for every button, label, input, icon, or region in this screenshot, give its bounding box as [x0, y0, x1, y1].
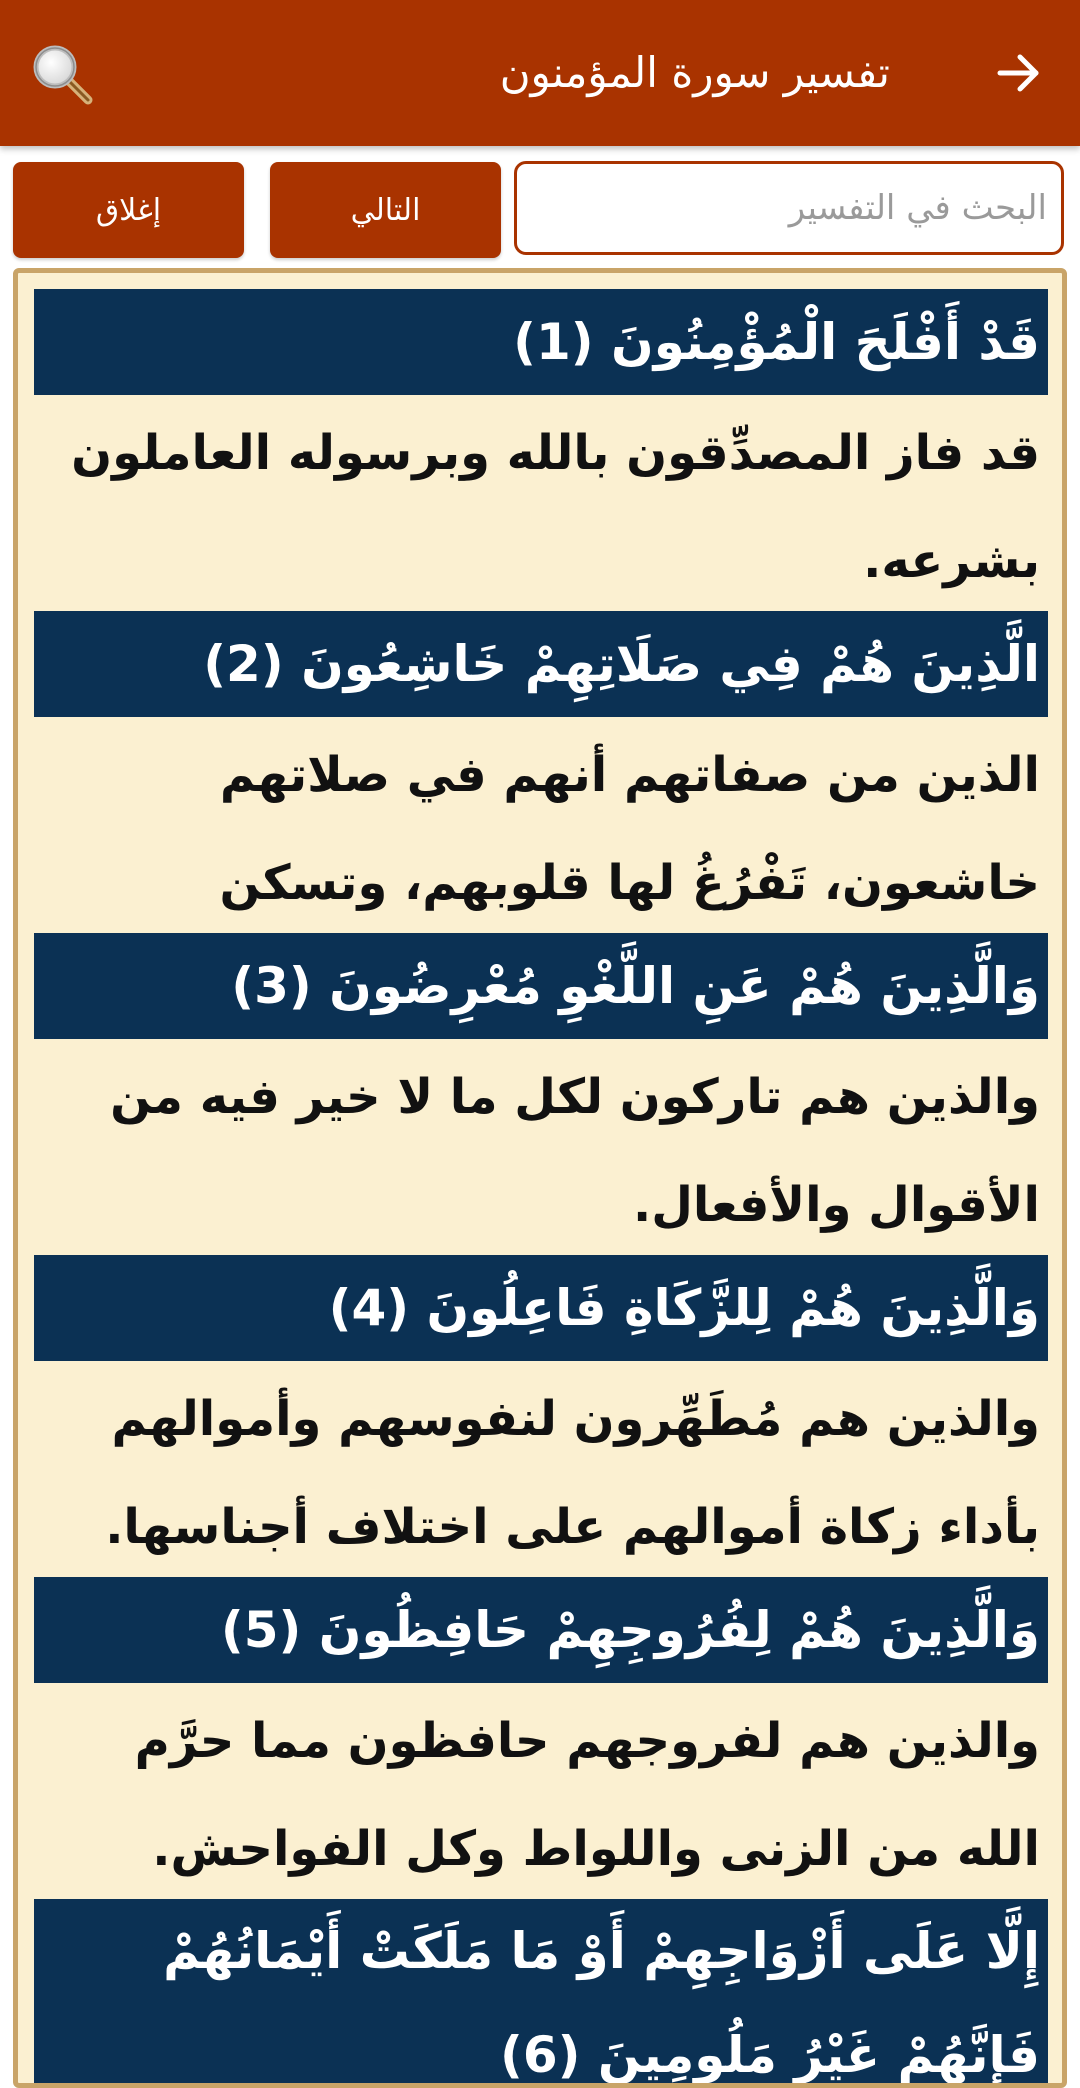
app-bar: تفسير سورة المؤمنون	[0, 0, 1080, 146]
tafsir-text-3: والذين هم تاركون لكل ما لا خير فيه من ال…	[110, 1069, 1040, 1233]
magnifier-icon	[33, 45, 93, 105]
verse-text-6: إِلَّا عَلَى أَزْوَاجِهِمْ أَوْ مَا مَلَ…	[34, 1899, 1048, 2083]
toolbar: إغلاق التالي	[0, 146, 1080, 260]
verse-text-3: وَالَّذِينَ هُمْ عَنِ اللَّغْوِ مُعْرِضُ…	[34, 933, 1048, 1039]
verse-text-5: وَالَّذِينَ هُمْ لِفُرُوجِهِمْ حَافِظُون…	[34, 1577, 1048, 1683]
verse-text-1: قَدْ أَفْلَحَ الْمُؤْمِنُونَ (1)	[34, 289, 1048, 395]
page-title: تفسير سورة المؤمنون	[499, 48, 890, 97]
back-button[interactable]	[984, 38, 1054, 108]
tafsir-list: قَدْ أَفْلَحَ الْمُؤْمِنُونَ (1) قد فاز …	[34, 289, 1048, 2083]
verse-text-2: الَّذِينَ هُمْ فِي صَلَاتِهِمْ خَاشِعُون…	[34, 611, 1048, 717]
next-button[interactable]: التالي	[270, 162, 501, 258]
tafsir-text-5: والذين هم لفروجهم حافظون مما حرَّم الله …	[134, 1713, 1040, 1877]
tafsir-text-2: الذين من صفاتهم أنهم في صلاتهم خاشعون، ت…	[219, 747, 1040, 911]
tafsir-text-4: والذين هم مُطَهِّرون لنفوسهم وأموالهم بأ…	[105, 1391, 1040, 1555]
tafsir-text-1: قد فاز المصدِّقون بالله وبرسوله العاملون…	[71, 425, 1040, 589]
search-button[interactable]	[22, 34, 104, 116]
tafsir-content[interactable]: قَدْ أَفْلَحَ الْمُؤْمِنُونَ (1) قد فاز …	[13, 268, 1067, 2088]
arrow-right-icon	[997, 54, 1039, 92]
close-button[interactable]: إغلاق	[13, 162, 244, 258]
tafsir-search-input[interactable]	[514, 161, 1064, 255]
verse-text-4: وَالَّذِينَ هُمْ لِلزَّكَاةِ فَاعِلُونَ …	[34, 1255, 1048, 1361]
